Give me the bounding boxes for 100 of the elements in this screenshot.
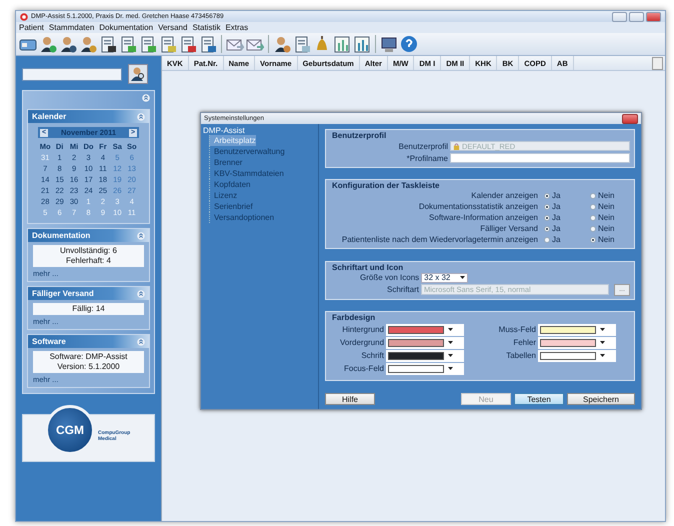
option-label: Software-Information anzeigen [429,213,538,222]
tree-item[interactable]: Benutzerverwaltung [209,146,285,157]
dialog-button[interactable]: Testen [514,393,564,405]
column-chooser-button[interactable] [652,56,663,70]
caret-icon [600,341,605,344]
color-picker[interactable] [538,336,616,349]
radio-button[interactable] [544,226,550,232]
caret-icon [600,328,605,332]
minimize-button[interactable] [612,12,627,22]
dialog-button[interactable]: Hilfe [325,393,375,405]
close-button[interactable] [622,114,638,124]
maximize-button[interactable] [629,12,644,22]
collapse-icon[interactable] [137,112,145,120]
search-field[interactable] [22,68,122,80]
tree-item[interactable]: DMP-Assist [203,126,318,135]
radio-button[interactable] [590,214,596,221]
menu-item[interactable]: Dokumentation [99,23,154,32]
people-icon[interactable] [273,35,291,53]
color-picker[interactable] [386,336,464,349]
tree-item[interactable]: Brenner [209,157,242,168]
group-title: Konfiguration der Taskleiste [332,181,440,190]
collapse-icon[interactable] [137,232,145,240]
radio-option[interactable]: Ja [544,202,584,212]
document-add-icon[interactable] [139,35,157,53]
radio-button[interactable] [590,226,596,232]
radio-option[interactable]: Nein [590,235,630,244]
radio-option[interactable]: Nein [590,213,630,222]
user-add-icon[interactable] [39,35,57,53]
radio-button[interactable] [590,192,596,199]
color-picker[interactable] [538,324,616,336]
color-picker[interactable] [386,362,464,375]
profile-name-field[interactable] [450,153,630,163]
caret-icon [448,367,453,370]
caret-icon [448,328,453,332]
radio-button[interactable] [590,204,596,210]
tree-item[interactable]: Versandoptionen [209,212,274,223]
icon-size-dropdown[interactable]: 32 x 32 [421,272,468,282]
color-picker[interactable] [538,350,616,362]
radio-option[interactable]: Ja [544,213,584,222]
field-label: Tabellen [506,351,536,360]
color-picker[interactable] [386,324,464,336]
page-icon[interactable] [293,35,311,53]
radio-button[interactable] [590,236,596,243]
info-box: Unvollständig: 6 Fehlerhaft: 4 [33,245,144,267]
tree-item[interactable]: Kopfdaten [209,179,250,190]
radio-button[interactable] [544,204,550,210]
user-info-icon[interactable] [59,35,77,53]
bar-chart-icon[interactable] [353,35,371,53]
collapse-icon[interactable] [137,338,145,346]
tree-item[interactable]: Serienbrief [209,201,253,212]
app-icon [20,12,28,20]
user-lock-icon[interactable] [79,35,97,53]
radio-option[interactable]: Ja [544,191,584,200]
field-label: Vordergrund [340,338,384,348]
lock-icon [453,142,460,150]
caret-icon [448,341,454,344]
monitor-icon[interactable] [380,35,398,53]
field-label: Schriftart [386,285,419,294]
info-box: Software: DMP-Assist Version: 5.1.2000 [33,351,144,373]
collapse-icon[interactable] [142,94,150,102]
radio-option[interactable]: Ja [544,235,584,244]
panel-title: Software [32,337,66,346]
document-add-icon[interactable] [119,35,137,53]
radio-button[interactable] [544,192,550,199]
option-label: Kalender anzeigen [471,191,538,200]
color-picker[interactable] [386,350,464,362]
menu-item[interactable]: Extras [225,23,248,32]
collapse-icon[interactable] [137,290,145,298]
radio-option[interactable]: Nein [590,202,630,212]
menu-item[interactable]: Patient [19,23,44,32]
patient-search-button[interactable] [128,64,148,84]
tree-item[interactable]: Lizenz [209,190,238,201]
caret-icon [448,354,453,358]
dialog-button[interactable]: Speichern [567,393,635,405]
help-icon[interactable] [400,35,418,53]
menu-item[interactable]: Stammdaten [48,23,94,32]
field-label: Benutzerprofil [398,142,448,150]
radio-option[interactable]: Ja [544,224,584,234]
close-button[interactable] [646,12,661,22]
document-delete-icon[interactable] [179,35,197,53]
group-title: Benutzerprofil [332,131,388,140]
radio-button[interactable] [544,236,550,243]
option-label: Dokumentationsstatistik anzeigen [418,202,538,212]
menu-item[interactable]: Statistik [192,23,220,32]
user-search-icon [130,66,146,82]
panel-title: Fälliger Versand [32,289,94,298]
document-edit-icon[interactable] [159,35,177,53]
caret-icon [460,276,466,279]
option-label: Fälliger Versand [480,224,538,234]
chart-icon[interactable] [333,35,351,53]
group-title: Schriftart und Icon [332,262,404,272]
field-label: Muss-Feld [498,325,536,334]
menu-item[interactable]: Versand [158,23,188,32]
field-label: Hintergrund [342,325,384,334]
radio-button[interactable] [544,214,550,221]
radio-option[interactable]: Nein [590,191,630,200]
field-label: Größe von Icons [360,273,420,282]
tree-item[interactable]: KBV-Stammdateien [209,168,284,179]
radio-option[interactable]: Nein [590,224,630,234]
field-label: Fehler [513,338,536,348]
